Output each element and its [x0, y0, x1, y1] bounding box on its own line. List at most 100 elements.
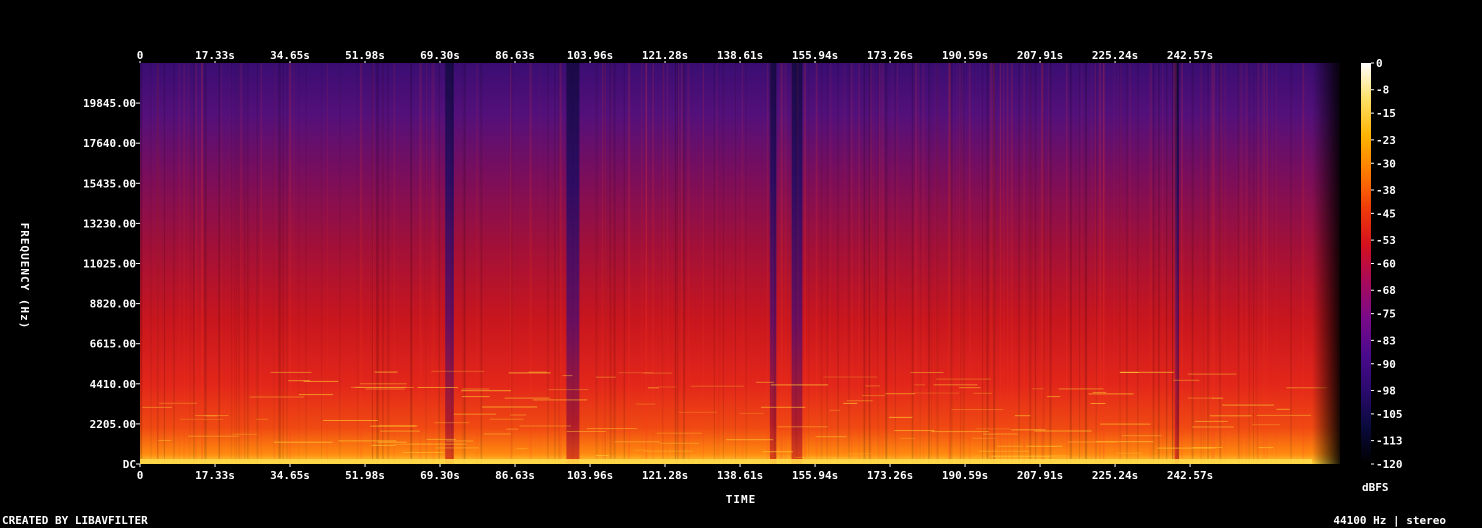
texture-streak — [273, 63, 275, 464]
texture-streak — [804, 63, 806, 464]
texture-harmonic — [188, 435, 240, 437]
texture-streak — [163, 63, 165, 464]
texture-harmonic — [548, 389, 589, 391]
texture-streak — [187, 63, 190, 464]
texture-streak — [1211, 63, 1214, 464]
texture-harmonic — [1209, 415, 1252, 417]
texture-streak — [1207, 63, 1210, 464]
texture-streak — [1049, 63, 1052, 464]
texture-harmonic — [504, 397, 550, 399]
texture-streak — [702, 63, 705, 464]
texture-streak — [826, 63, 828, 464]
texture-harmonic — [566, 431, 606, 432]
texture-streak — [321, 63, 322, 464]
spectrogram-area — [140, 63, 1340, 464]
texture-harmonic — [678, 411, 717, 413]
texture-streak — [919, 63, 921, 464]
x-tick-label-bottom: 225.24s — [1092, 469, 1138, 482]
texture-streak — [882, 63, 884, 464]
texture-harmonic — [435, 447, 479, 449]
texture-streak — [770, 63, 772, 464]
texture-harmonic — [516, 448, 528, 449]
texture-streak — [960, 63, 962, 464]
colorbar-tick-label: -8 — [1376, 84, 1389, 97]
texture-streak — [1006, 63, 1008, 464]
texture-streak — [1084, 63, 1088, 464]
texture-harmonic — [656, 432, 703, 434]
texture-streak — [722, 63, 724, 464]
texture-streak — [992, 63, 995, 464]
texture-streak — [1266, 63, 1268, 464]
x-tick-label-bottom: 155.94s — [792, 469, 838, 482]
texture-streak — [815, 63, 818, 464]
colorbar-tick-label: -60 — [1376, 258, 1396, 271]
texture-streak — [1157, 63, 1160, 464]
texture-streak — [1079, 63, 1081, 464]
texture-harmonic — [990, 455, 1051, 457]
texture-streak — [1181, 63, 1183, 464]
texture-streak — [956, 63, 958, 464]
texture-streak — [948, 63, 951, 464]
texture-streak — [140, 63, 143, 464]
x-tick-label-bottom: 17.33s — [195, 469, 235, 482]
texture-harmonic — [843, 402, 858, 404]
texture-streak — [547, 63, 549, 464]
texture-streak — [204, 63, 207, 464]
texture-streak — [235, 63, 237, 464]
texture-streak — [613, 63, 615, 464]
texture-harmonic — [1252, 424, 1281, 426]
texture-streak — [968, 63, 971, 464]
texture-streak — [279, 63, 281, 464]
texture-streak — [681, 63, 683, 464]
texture-harmonic — [978, 450, 1030, 452]
texture-streak — [931, 63, 933, 464]
texture-streak — [1255, 63, 1257, 464]
colorbar-tick-label: -30 — [1376, 157, 1396, 170]
texture-harmonic — [910, 372, 944, 373]
y-axis-title: FREQUENCY (Hz) — [18, 223, 31, 330]
texture-streak — [1257, 63, 1258, 464]
y-tick-label: 4410.00 — [90, 378, 136, 391]
texture-streak — [1126, 63, 1128, 464]
texture-streak — [511, 63, 513, 464]
colorbar-tick-label: -120 — [1376, 458, 1403, 471]
texture-streak — [877, 63, 879, 464]
texture-streak — [463, 63, 466, 464]
texture-harmonic — [847, 453, 872, 455]
x-tick-label-top: 242.57s — [1167, 49, 1213, 62]
texture-harmonic — [508, 372, 551, 374]
texture-streak — [1117, 63, 1120, 464]
y-tick-label: 15435.00 — [83, 177, 136, 190]
texture-harmonic — [1117, 452, 1143, 454]
texture-streak — [433, 63, 435, 464]
texture-streak — [1152, 63, 1155, 464]
texture-harmonic — [1092, 391, 1107, 393]
texture-harmonic — [959, 387, 981, 389]
texture-streak — [674, 63, 677, 464]
texture-harmonic — [1211, 397, 1224, 399]
texture-streak — [735, 63, 736, 464]
texture-streak — [1165, 63, 1167, 464]
texture-streak — [820, 63, 823, 464]
texture-low-band — [140, 459, 1312, 464]
x-tick-label-bottom: 34.65s — [270, 469, 310, 482]
texture-harmonic — [862, 395, 886, 397]
texture-harmonic — [587, 428, 637, 430]
texture-streak — [1203, 63, 1205, 464]
texture-harmonic — [402, 452, 445, 453]
texture-streak — [911, 63, 913, 464]
texture-harmonic — [462, 388, 490, 390]
texture-streak — [628, 63, 631, 464]
texture-streak — [1248, 63, 1251, 464]
texture-harmonic — [1032, 388, 1044, 390]
texture-streak — [913, 63, 914, 464]
texture-streak — [431, 63, 434, 464]
texture-streak — [371, 63, 373, 464]
texture-harmonic — [370, 425, 416, 427]
colorbar-tick-label: -113 — [1376, 435, 1403, 448]
texture-streak — [773, 63, 776, 464]
texture-harmonic — [1222, 404, 1274, 406]
texture-harmonic — [205, 415, 217, 417]
texture-harmonic — [453, 413, 497, 415]
y-tick-label: 8820.00 — [90, 298, 136, 311]
